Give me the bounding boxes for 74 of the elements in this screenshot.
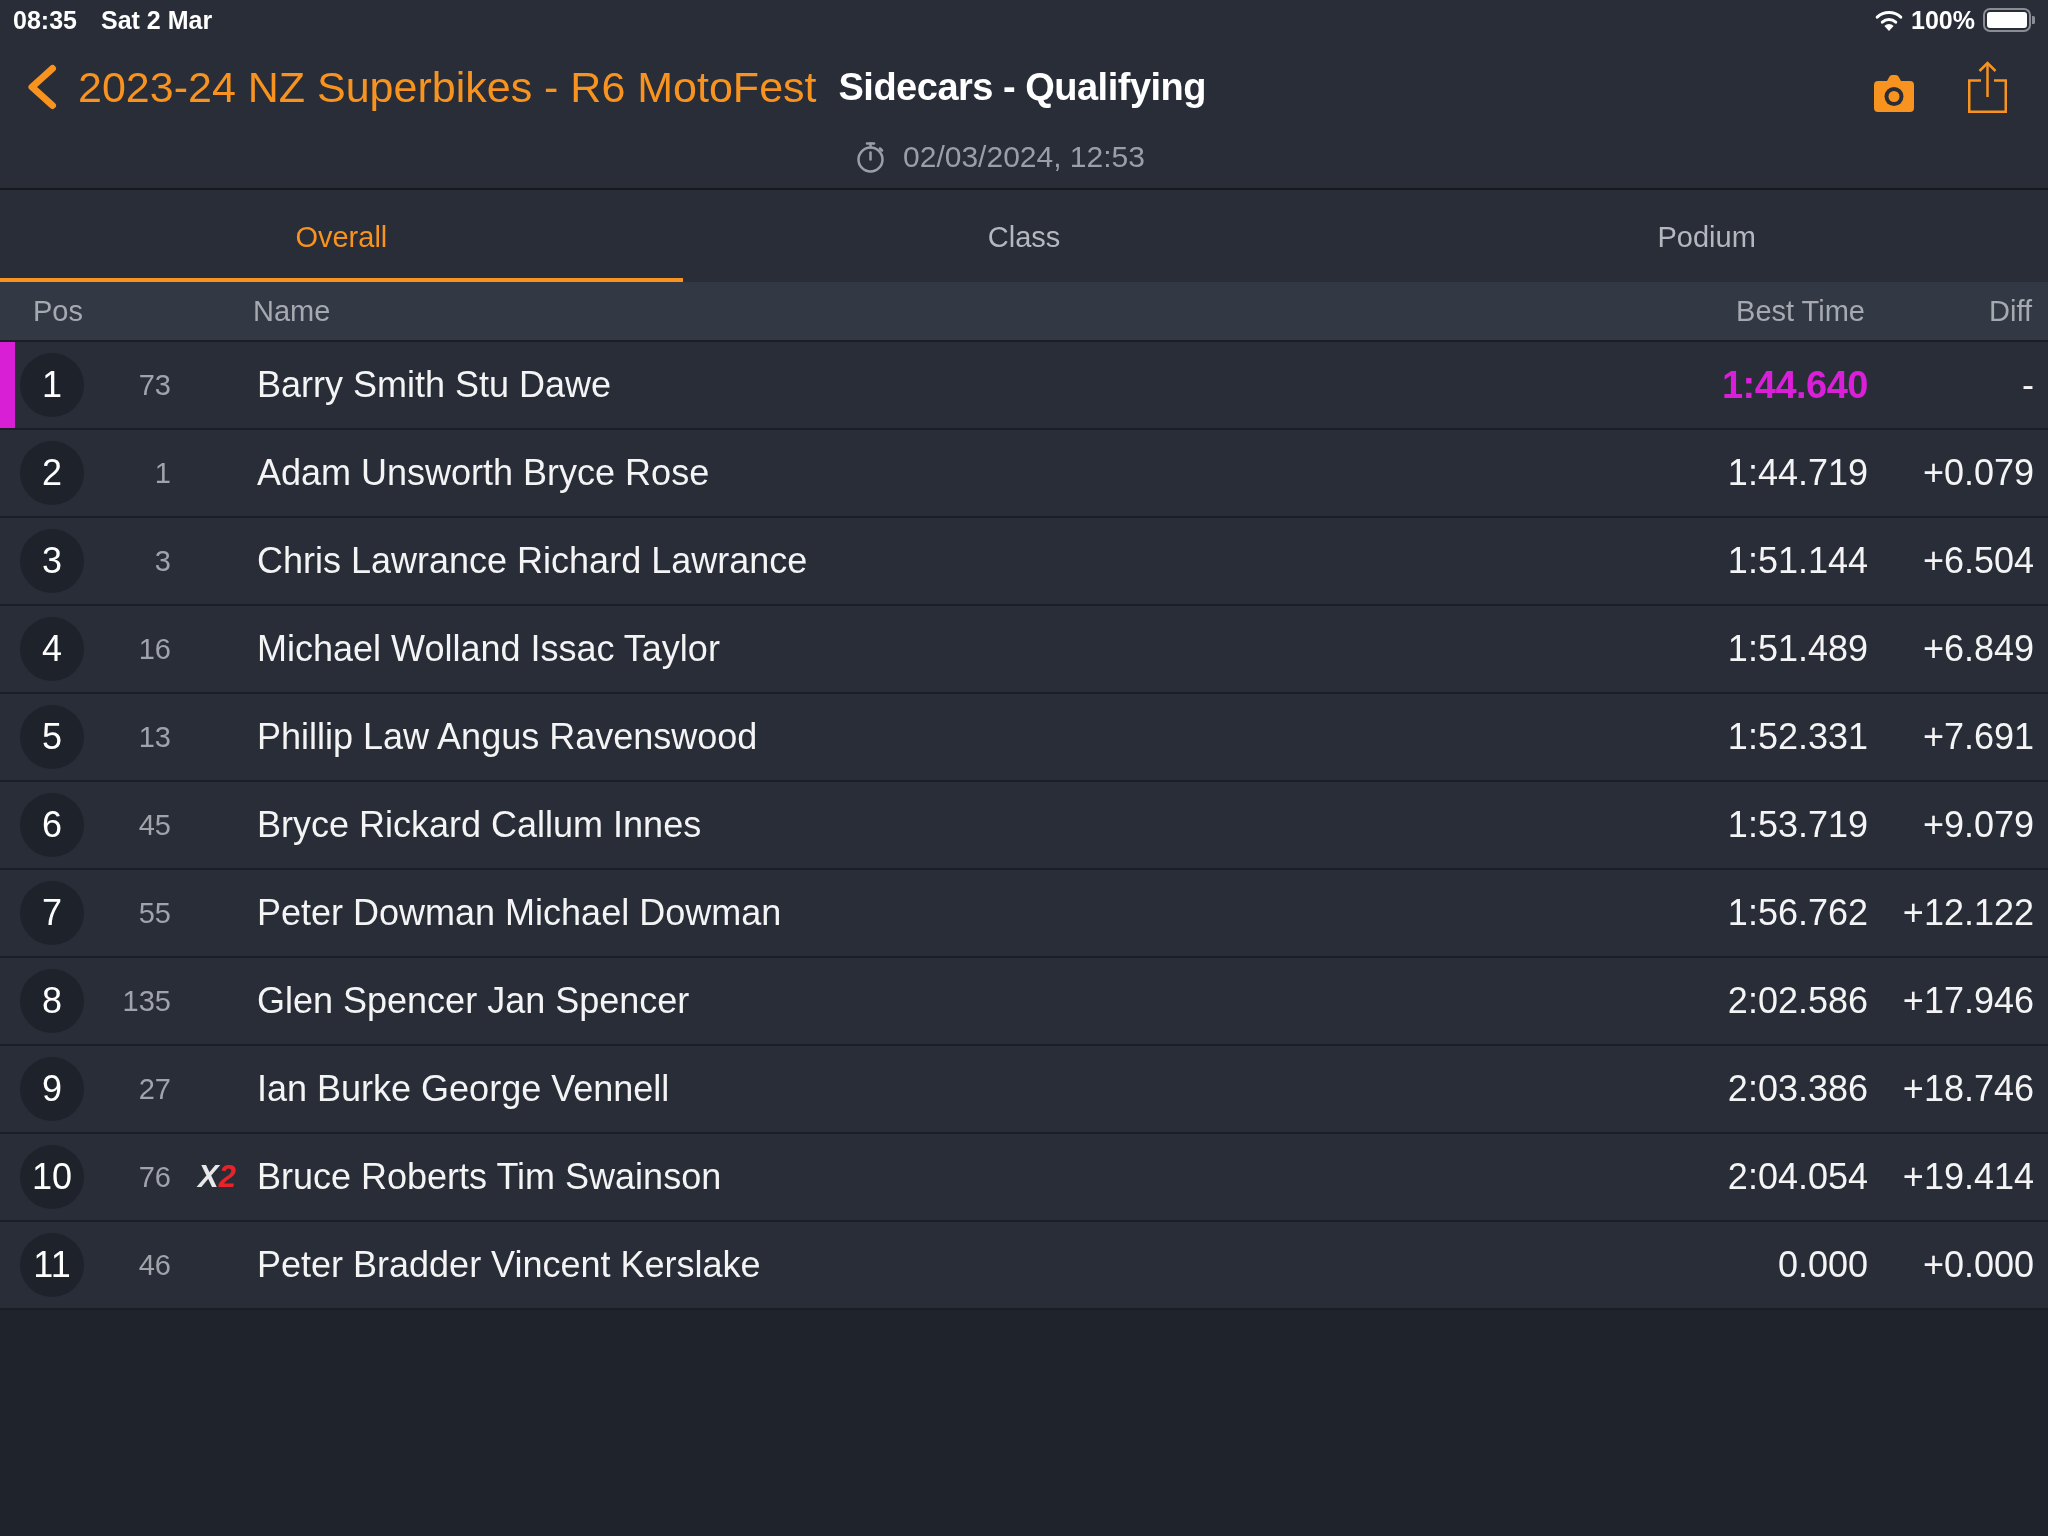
column-header: Name <box>253 294 331 328</box>
race-number: 135 <box>122 984 171 1018</box>
position-badge: 6 <box>20 793 84 857</box>
status-date: Sat 2 Mar <box>100 5 213 35</box>
rider-names: Peter Dowman Michael Dowman <box>257 892 782 934</box>
chevron-left-icon <box>26 64 57 110</box>
best-time: 0.000 <box>1777 1244 1868 1286</box>
race-number: 16 <box>138 632 171 666</box>
battery-percentage: 100% <box>1911 5 1975 35</box>
share-icon[interactable] <box>1968 61 2007 113</box>
time-gap: - <box>2022 364 2034 406</box>
rider-names: Phillip Law Angus Ravenswood <box>257 716 758 758</box>
time-gap: +7.691 <box>1922 716 2034 758</box>
best-time: 1:56.762 <box>1727 892 1868 934</box>
time-gap: +12.122 <box>1902 892 2034 934</box>
time-gap: +9.079 <box>1922 804 2034 846</box>
race-number: 45 <box>138 808 171 842</box>
time-gap: +0.079 <box>1922 452 2034 494</box>
best-time: 1:44.719 <box>1727 452 1868 494</box>
best-time: 1:44.640 <box>1722 363 1868 407</box>
best-time: 1:53.719 <box>1727 804 1868 846</box>
best-time: 1:51.489 <box>1727 628 1868 670</box>
position-badge: 3 <box>20 529 84 593</box>
position-badge: 11 <box>20 1233 84 1297</box>
position-badge: 8 <box>20 969 84 1033</box>
best-time: 2:03.386 <box>1727 1068 1868 1110</box>
race-number: 73 <box>138 368 171 402</box>
race-number: 27 <box>138 1072 171 1106</box>
class-code: X2 <box>198 1159 236 1195</box>
rider-names: Bruce Roberts Tim Swainson <box>257 1156 722 1198</box>
battery-icon <box>1983 8 2035 32</box>
rider-names: Michael Wolland Issac Taylor <box>257 628 720 670</box>
column-header: Best Time <box>1736 294 1865 328</box>
camera-icon[interactable] <box>1874 74 1914 112</box>
page-title: Sidecars - Qualifying <box>838 65 1206 109</box>
race-number: 76 <box>138 1160 171 1194</box>
session-timestamp: 02/03/2024, 12:53 <box>903 140 1145 174</box>
race-number: 1 <box>154 456 171 490</box>
rider-names: Glen Spencer Jan Spencer <box>257 980 690 1022</box>
rider-names: Peter Bradder Vincent Kerslake <box>257 1244 761 1286</box>
column-header: Diff <box>1989 294 2032 328</box>
status-time: 08:35 <box>13 5 77 35</box>
time-gap: +0.000 <box>1922 1244 2034 1286</box>
rider-names: Ian Burke George Vennell <box>257 1068 670 1110</box>
position-badge: 9 <box>20 1057 84 1121</box>
time-gap: +6.849 <box>1922 628 2034 670</box>
position-badge: 2 <box>20 441 84 505</box>
column-header: Pos <box>33 294 83 328</box>
race-number: 3 <box>154 544 171 578</box>
tab[interactable]: Podium <box>1365 190 2048 282</box>
stopwatch-icon <box>856 141 886 173</box>
race-number: 46 <box>138 1248 171 1282</box>
position-badge: 7 <box>20 881 84 945</box>
race-number: 55 <box>138 896 171 930</box>
time-gap: +18.746 <box>1902 1068 2034 1110</box>
rider-names: Chris Lawrance Richard Lawrance <box>257 540 808 582</box>
back-button[interactable]: 2023-24 NZ Superbikes - R6 MotoFest <box>26 62 817 112</box>
rider-names: Barry Smith Stu Dawe <box>257 364 612 406</box>
rider-names: Adam Unsworth Bryce Rose <box>257 452 710 494</box>
rider-names: Bryce Rickard Callum Innes <box>257 804 702 846</box>
time-gap: +19.414 <box>1902 1156 2034 1198</box>
tab[interactable]: Class <box>682 190 1366 282</box>
position-badge: 1 <box>20 353 84 417</box>
position-badge: 4 <box>20 617 84 681</box>
time-gap: +17.946 <box>1902 980 2034 1022</box>
race-number: 13 <box>138 720 171 754</box>
wifi-icon <box>1875 9 1904 31</box>
best-time: 2:04.054 <box>1727 1156 1868 1198</box>
best-time: 1:51.144 <box>1727 540 1868 582</box>
position-badge: 5 <box>20 705 84 769</box>
best-time: 1:52.331 <box>1727 716 1868 758</box>
time-gap: +6.504 <box>1922 540 2034 582</box>
position-badge: 10 <box>20 1145 84 1209</box>
best-time: 2:02.586 <box>1727 980 1868 1022</box>
